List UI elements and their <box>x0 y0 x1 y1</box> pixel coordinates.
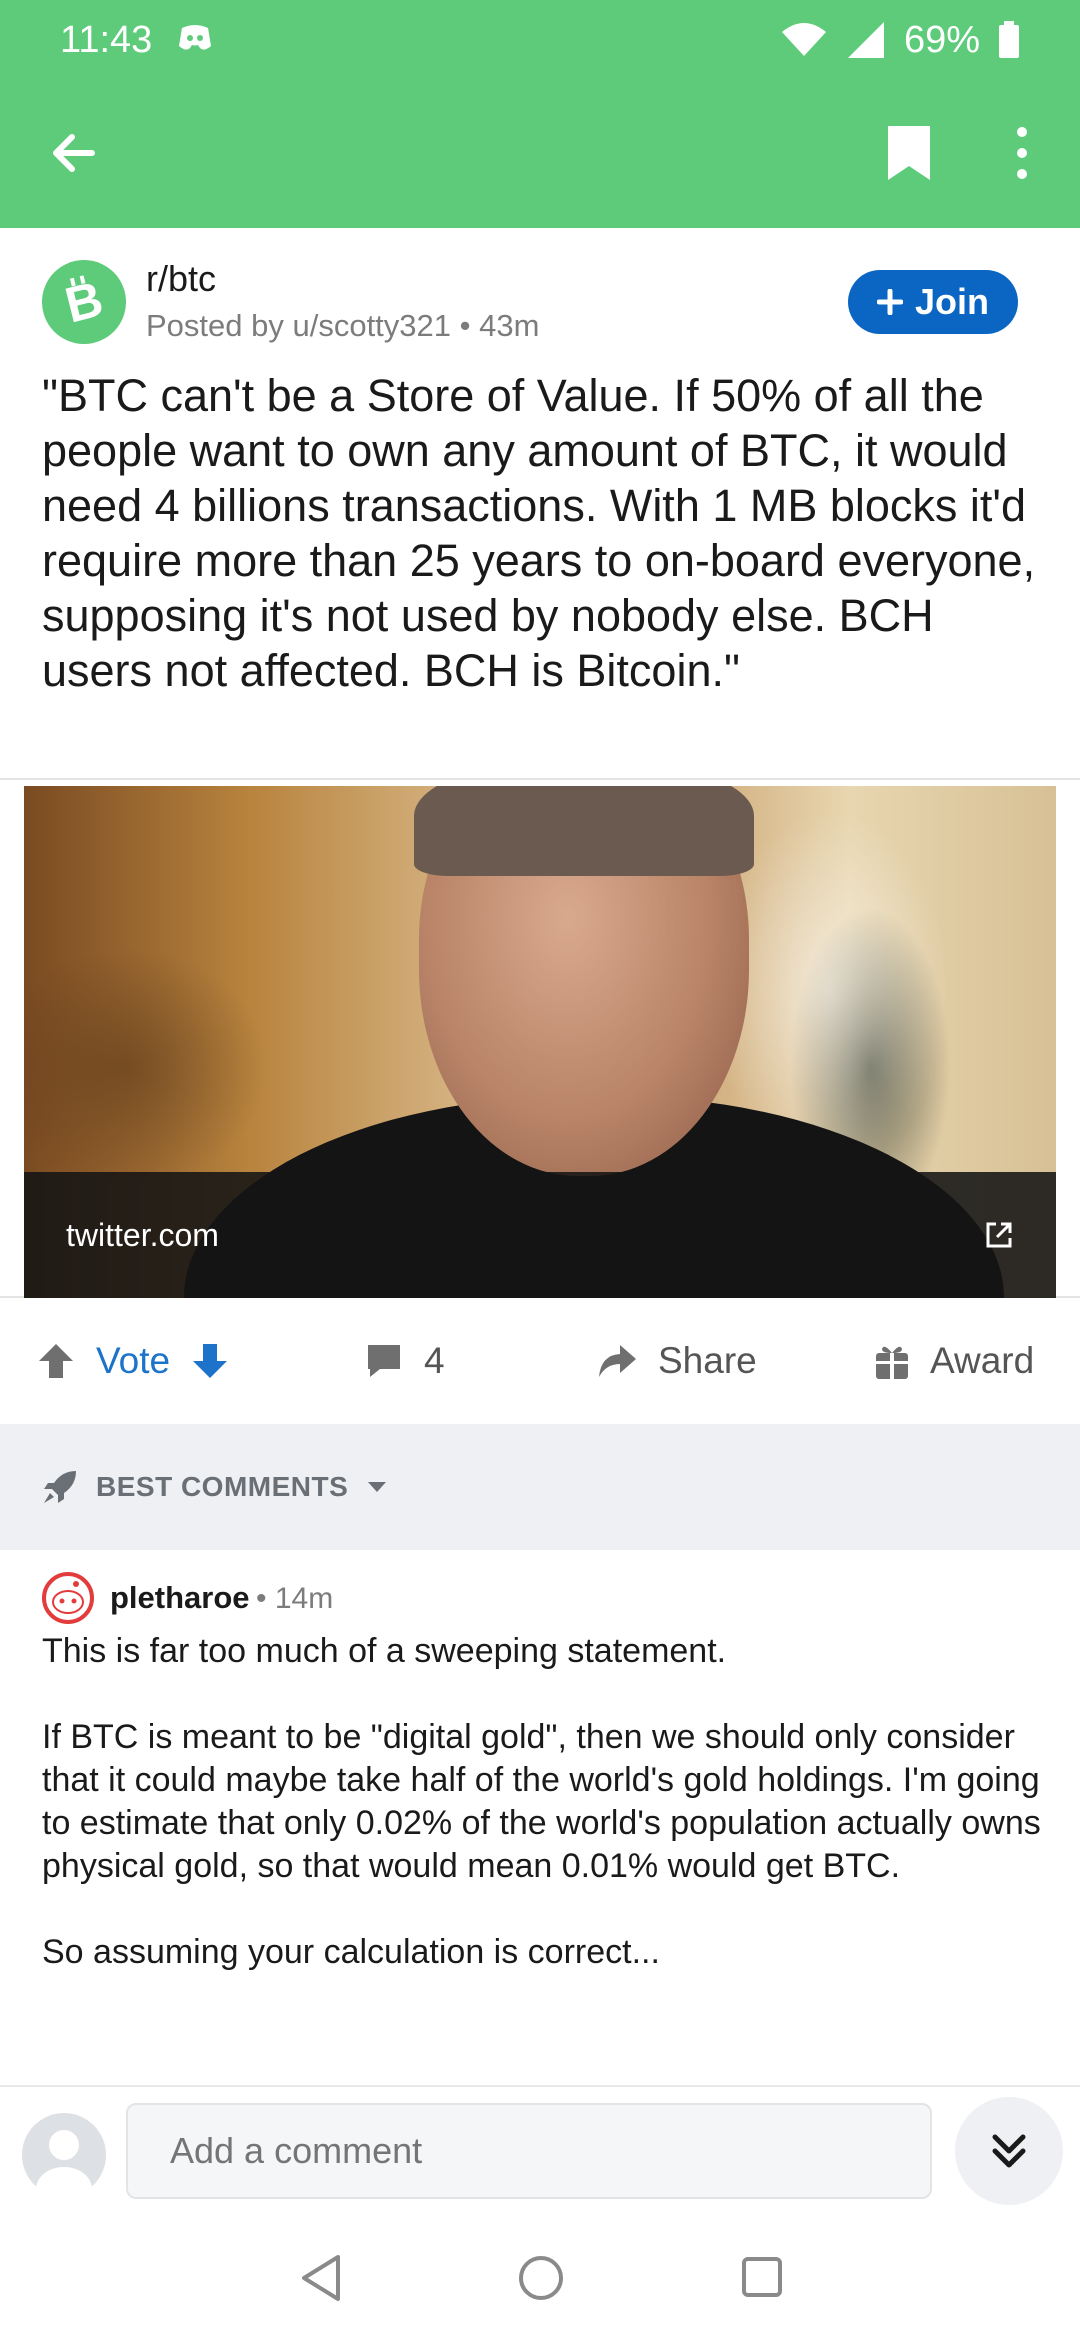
post-meta: Posted by u/scotty321 • 43m <box>146 308 539 344</box>
status-bar: 11:43 69% <box>0 0 1080 80</box>
award-button[interactable]: Award <box>874 1336 1034 1386</box>
vote-group: Vote <box>36 1336 230 1386</box>
join-label: Join <box>914 281 989 322</box>
comment-item[interactable]: pletharoe • 14m This is far too much of … <box>0 1550 1080 2085</box>
downvote-arrow-icon[interactable] <box>190 1341 230 1381</box>
subreddit-avatar[interactable]: B <box>42 260 126 344</box>
sort-label: BEST COMMENTS <box>96 1471 349 1502</box>
jump-to-comments-button[interactable] <box>955 2097 1063 2205</box>
comment-time: • 14m <box>256 1582 333 1616</box>
comment-body: This is far too much of a sweeping state… <box>42 1630 1052 2017</box>
signal-icon <box>847 22 884 58</box>
comment-sort-bar[interactable]: BEST COMMENTS <box>0 1424 1080 1550</box>
award-label: Award <box>930 1340 1035 1381</box>
link-domain-bar[interactable]: twitter.com <box>24 1172 1056 1298</box>
post-author[interactable]: Posted by u/scotty321 <box>146 308 451 343</box>
nav-back-icon[interactable] <box>298 2253 346 2303</box>
link-preview-card[interactable]: twitter.com <box>0 778 1080 1298</box>
share-button[interactable]: Share <box>596 1336 757 1386</box>
battery-percent: 69% <box>903 18 980 61</box>
comment-paragraph: This is far too much of a sweeping state… <box>42 1632 727 1670</box>
post-action-bar: Vote 4 Share Award <box>0 1300 1080 1424</box>
snoo-avatar-icon <box>52 1581 84 1614</box>
rocket-icon <box>44 1471 76 1503</box>
comment-author[interactable]: pletharoe <box>110 1580 250 1616</box>
default-user-icon <box>36 2130 92 2197</box>
double-chevron-down-icon <box>992 2134 1026 2168</box>
system-nav-bar <box>0 2215 1080 2340</box>
more-options-icon[interactable] <box>1000 122 1044 184</box>
nav-home-icon[interactable] <box>516 2253 566 2303</box>
vote-label: Vote <box>96 1340 171 1381</box>
post-age: 43m <box>479 308 540 343</box>
add-comment-input[interactable] <box>126 2103 932 2199</box>
back-arrow-icon[interactable] <box>42 120 108 186</box>
comment-paragraph: So assuming your calculation is correct.… <box>42 1933 660 1971</box>
comment-count: 4 <box>424 1340 445 1381</box>
status-right: 69% <box>780 19 1020 62</box>
plus-icon <box>876 289 903 315</box>
wifi-icon <box>781 23 826 56</box>
post-header: B r/btc Posted by u/scotty321 • 43m Join <box>0 228 1080 358</box>
join-button[interactable]: Join <box>848 270 1018 334</box>
post-title: "BTC can't be a Store of Value. If 50% o… <box>42 370 1036 696</box>
thumbnail-hair <box>414 786 754 876</box>
discord-notification-icon <box>178 19 212 62</box>
app-bar <box>0 80 1080 228</box>
share-label: Share <box>658 1340 757 1381</box>
comments-button[interactable]: 4 <box>364 1336 445 1386</box>
comment-input-bar <box>0 2085 1080 2215</box>
nav-recents-icon[interactable] <box>740 2255 784 2299</box>
battery-icon <box>999 21 1019 58</box>
link-domain: twitter.com <box>66 1216 219 1253</box>
subreddit-name[interactable]: r/btc <box>146 258 216 300</box>
comment-age: 14m <box>274 1582 334 1615</box>
user-avatar[interactable] <box>22 2113 106 2197</box>
upvote-arrow-icon[interactable] <box>36 1341 76 1381</box>
bookmark-icon[interactable] <box>880 122 938 184</box>
time-separator: • <box>256 1582 275 1615</box>
bitcoin-logo-icon: B <box>60 272 109 332</box>
comment-paragraph: If BTC is meant to be "digital gold", th… <box>42 1718 1041 1885</box>
share-arrow-icon <box>599 1345 636 1377</box>
gift-award-icon <box>876 1346 908 1379</box>
external-link-icon <box>986 1222 1012 1248</box>
meta-separator: • <box>459 308 480 343</box>
status-time: 11:43 <box>60 18 153 61</box>
dropdown-caret-icon <box>368 1482 387 1492</box>
commenter-avatar[interactable] <box>42 1572 94 1624</box>
comment-bubble-icon <box>368 1345 400 1377</box>
